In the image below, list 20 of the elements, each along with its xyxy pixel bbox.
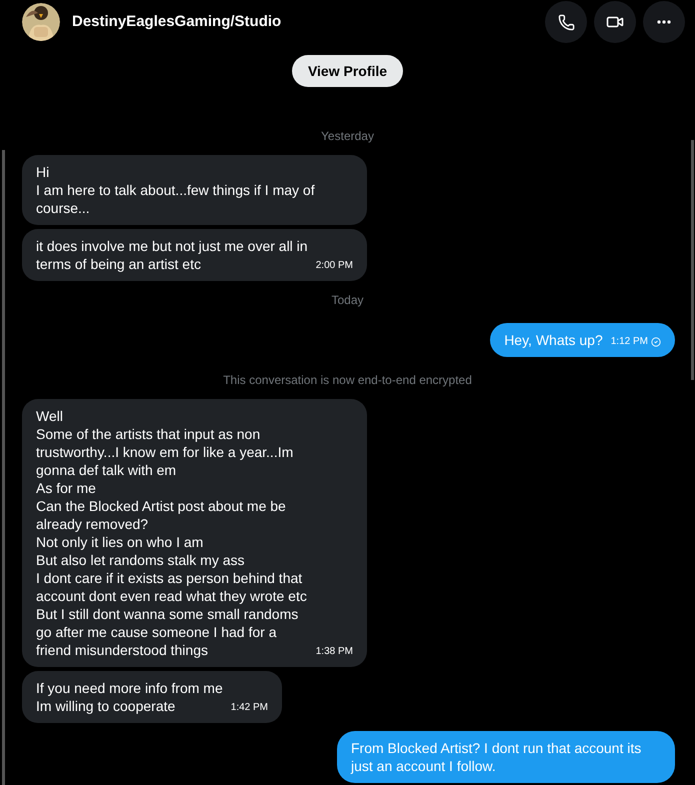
encryption-notice: This conversation is now end-to-end encrypted: [223, 372, 472, 389]
date-divider: Yesterday: [321, 128, 374, 145]
message-time: 2:00 PM: [316, 260, 353, 272]
more-icon: [657, 20, 671, 24]
call-button[interactable]: [545, 1, 587, 43]
message-text: it does involve me but not just me over all in terms of being an artist etc: [36, 237, 308, 273]
message-time: 1:12 PM: [610, 336, 648, 348]
contact-name: DestinyEaglesGaming/Studio: [72, 12, 282, 32]
message-time: 1:38 PM: [316, 646, 353, 658]
message-text: Well Some of the artists that input as non trustworthy...I know em for like a year...Im gonna def talk with em As for me Can the Blocked Artist post about me be already removed? Not only it lies on who I am But also let randoms stalk my ass I dont care if it exists as person behind that account dont even read what they wrote etc But I still dont wanna some small randoms go after me cause someone I had for a friend misunderstood things: [36, 407, 308, 659]
phone-icon: [558, 14, 574, 30]
avatar[interactable]: [22, 3, 60, 41]
video-call-button[interactable]: [594, 1, 636, 43]
date-divider: Today: [331, 292, 364, 309]
message-text: From Blocked Artist? I dont run that account its just an account I follow.: [351, 739, 642, 775]
view-profile-button[interactable]: View Profile: [292, 55, 404, 87]
message-time: 1:42 PM: [230, 702, 268, 714]
message-text: Hi I am here to talk about...few things if I may of course...: [36, 163, 316, 217]
message-text: If you need more info from me Im willing to cooperate: [36, 679, 223, 715]
message-text: Hey, Whats up?: [504, 331, 603, 349]
